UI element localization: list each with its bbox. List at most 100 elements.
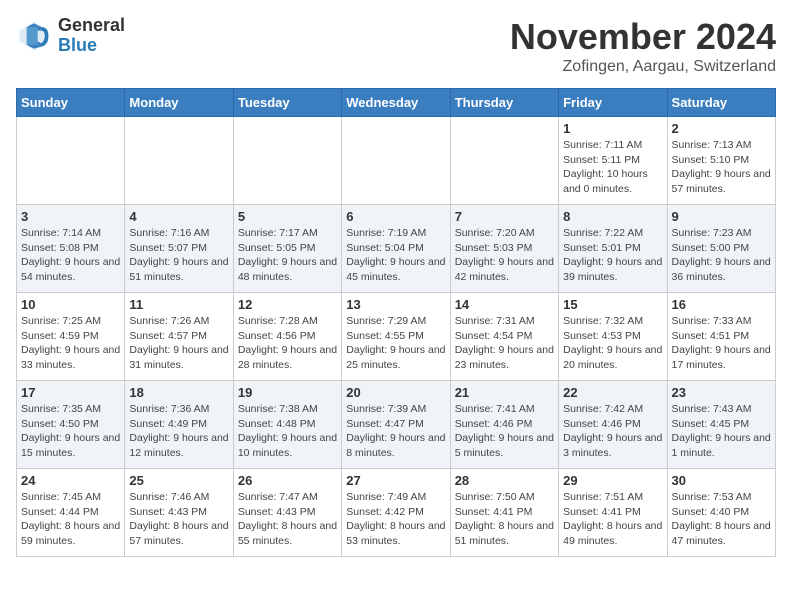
day-info: Sunrise: 7:45 AM Sunset: 4:44 PM Dayligh…	[21, 490, 120, 549]
calendar-table: Sunday Monday Tuesday Wednesday Thursday…	[16, 88, 776, 557]
day-info: Sunrise: 7:17 AM Sunset: 5:05 PM Dayligh…	[238, 226, 337, 285]
week-row-4: 17Sunrise: 7:35 AM Sunset: 4:50 PM Dayli…	[17, 381, 776, 469]
day-cell-w5-d6: 29 Sunrise: 7:51 AM Sunset: 4:41 PM Dayli…	[559, 469, 667, 557]
day-cell-w4-d6: 22Sunrise: 7:42 AM Sunset: 4:46 PM Dayli…	[559, 381, 667, 469]
day-cell-w5-d3: 26 Sunrise: 7:47 AM Sunset: 4:43 PM Dayli…	[233, 469, 341, 557]
day-number: 4	[129, 209, 228, 224]
day-number: 19	[238, 385, 337, 400]
day-number: 20	[346, 385, 445, 400]
day-info: Sunrise: 7:49 AM Sunset: 4:42 PM Dayligh…	[346, 490, 445, 549]
title-block: November 2024 Zofingen, Aargau, Switzerl…	[510, 16, 776, 76]
day-info: Sunrise: 7:47 AM Sunset: 4:43 PM Dayligh…	[238, 490, 337, 549]
day-cell-w2-d1: 3 Sunrise: 7:14 AM Sunset: 5:08 PM Daylig…	[17, 205, 125, 293]
day-number: 26	[238, 473, 337, 488]
day-number: 17	[21, 385, 120, 400]
day-cell-w3-d5: 14Sunrise: 7:31 AM Sunset: 4:54 PM Dayli…	[450, 293, 558, 381]
day-cell-w3-d3: 12Sunrise: 7:28 AM Sunset: 4:56 PM Dayli…	[233, 293, 341, 381]
day-number: 8	[563, 209, 662, 224]
day-cell-w1-d3	[233, 117, 341, 205]
day-cell-w5-d7: 30Sunrise: 7:53 AM Sunset: 4:40 PM Dayli…	[667, 469, 775, 557]
week-row-1: 1 Sunrise: 7:11 AM Sunset: 5:11 PM Daylig…	[17, 117, 776, 205]
day-cell-w2-d7: 9Sunrise: 7:23 AM Sunset: 5:00 PM Daylig…	[667, 205, 775, 293]
day-cell-w2-d3: 5 Sunrise: 7:17 AM Sunset: 5:05 PM Daylig…	[233, 205, 341, 293]
day-cell-w4-d5: 21 Sunrise: 7:41 AM Sunset: 4:46 PM Dayli…	[450, 381, 558, 469]
day-info: Sunrise: 7:50 AM Sunset: 4:41 PM Dayligh…	[455, 490, 554, 549]
week-row-3: 10 Sunrise: 7:25 AM Sunset: 4:59 PM Dayli…	[17, 293, 776, 381]
day-number: 27	[346, 473, 445, 488]
day-cell-w3-d2: 11 Sunrise: 7:26 AM Sunset: 4:57 PM Dayli…	[125, 293, 233, 381]
logo-general: General	[58, 15, 125, 35]
day-info: Sunrise: 7:38 AM Sunset: 4:48 PM Dayligh…	[238, 402, 337, 461]
day-number: 15	[563, 297, 662, 312]
week-row-2: 3 Sunrise: 7:14 AM Sunset: 5:08 PM Daylig…	[17, 205, 776, 293]
day-cell-w1-d4	[342, 117, 450, 205]
header-sunday: Sunday	[17, 89, 125, 117]
header-friday: Friday	[559, 89, 667, 117]
day-number: 7	[455, 209, 554, 224]
logo-text: General Blue	[58, 16, 125, 56]
day-info: Sunrise: 7:36 AM Sunset: 4:49 PM Dayligh…	[129, 402, 228, 461]
day-info: Sunrise: 7:20 AM Sunset: 5:03 PM Dayligh…	[455, 226, 554, 285]
header-thursday: Thursday	[450, 89, 558, 117]
day-info: Sunrise: 7:32 AM Sunset: 4:53 PM Dayligh…	[563, 314, 662, 373]
day-cell-w1-d5	[450, 117, 558, 205]
day-cell-w1-d1	[17, 117, 125, 205]
day-number: 29	[563, 473, 662, 488]
day-info: Sunrise: 7:43 AM Sunset: 4:45 PM Dayligh…	[672, 402, 771, 461]
day-number: 21	[455, 385, 554, 400]
week-row-5: 24 Sunrise: 7:45 AM Sunset: 4:44 PM Dayli…	[17, 469, 776, 557]
day-info: Sunrise: 7:22 AM Sunset: 5:01 PM Dayligh…	[563, 226, 662, 285]
day-cell-w3-d4: 13 Sunrise: 7:29 AM Sunset: 4:55 PM Dayli…	[342, 293, 450, 381]
day-info: Sunrise: 7:51 AM Sunset: 4:41 PM Dayligh…	[563, 490, 662, 549]
day-number: 5	[238, 209, 337, 224]
header-wednesday: Wednesday	[342, 89, 450, 117]
header-monday: Monday	[125, 89, 233, 117]
day-cell-w4-d7: 23 Sunrise: 7:43 AM Sunset: 4:45 PM Dayli…	[667, 381, 775, 469]
header-tuesday: Tuesday	[233, 89, 341, 117]
logo-icon	[16, 18, 52, 54]
day-cell-w1-d2	[125, 117, 233, 205]
day-info: Sunrise: 7:23 AM Sunset: 5:00 PM Dayligh…	[672, 226, 771, 285]
day-number: 10	[21, 297, 120, 312]
day-number: 16	[672, 297, 771, 312]
location-subtitle: Zofingen, Aargau, Switzerland	[510, 58, 776, 76]
day-cell-w3-d7: 16 Sunrise: 7:33 AM Sunset: 4:51 PM Dayli…	[667, 293, 775, 381]
day-number: 11	[129, 297, 228, 312]
day-number: 14	[455, 297, 554, 312]
day-cell-w4-d1: 17Sunrise: 7:35 AM Sunset: 4:50 PM Dayli…	[17, 381, 125, 469]
day-number: 3	[21, 209, 120, 224]
day-cell-w5-d5: 28 Sunrise: 7:50 AM Sunset: 4:41 PM Dayli…	[450, 469, 558, 557]
day-cell-w2-d5: 7 Sunrise: 7:20 AM Sunset: 5:03 PM Daylig…	[450, 205, 558, 293]
day-info: Sunrise: 7:11 AM Sunset: 5:11 PM Dayligh…	[563, 138, 662, 197]
day-cell-w4-d4: 20 Sunrise: 7:39 AM Sunset: 4:47 PM Dayli…	[342, 381, 450, 469]
day-cell-w5-d4: 27 Sunrise: 7:49 AM Sunset: 4:42 PM Dayli…	[342, 469, 450, 557]
day-info: Sunrise: 7:41 AM Sunset: 4:46 PM Dayligh…	[455, 402, 554, 461]
day-number: 18	[129, 385, 228, 400]
day-cell-w5-d1: 24 Sunrise: 7:45 AM Sunset: 4:44 PM Dayli…	[17, 469, 125, 557]
day-number: 12	[238, 297, 337, 312]
day-info: Sunrise: 7:19 AM Sunset: 5:04 PM Dayligh…	[346, 226, 445, 285]
day-info: Sunrise: 7:53 AM Sunset: 4:40 PM Dayligh…	[672, 490, 771, 549]
day-number: 24	[21, 473, 120, 488]
day-number: 23	[672, 385, 771, 400]
logo-blue: Blue	[58, 35, 97, 55]
day-number: 13	[346, 297, 445, 312]
day-info: Sunrise: 7:29 AM Sunset: 4:55 PM Dayligh…	[346, 314, 445, 373]
day-info: Sunrise: 7:26 AM Sunset: 4:57 PM Dayligh…	[129, 314, 228, 373]
day-info: Sunrise: 7:25 AM Sunset: 4:59 PM Dayligh…	[21, 314, 120, 373]
day-info: Sunrise: 7:39 AM Sunset: 4:47 PM Dayligh…	[346, 402, 445, 461]
day-info: Sunrise: 7:33 AM Sunset: 4:51 PM Dayligh…	[672, 314, 771, 373]
header-saturday: Saturday	[667, 89, 775, 117]
day-info: Sunrise: 7:13 AM Sunset: 5:10 PM Dayligh…	[672, 138, 771, 197]
day-cell-w1-d6: 1 Sunrise: 7:11 AM Sunset: 5:11 PM Daylig…	[559, 117, 667, 205]
day-cell-w4-d3: 19 Sunrise: 7:38 AM Sunset: 4:48 PM Dayli…	[233, 381, 341, 469]
day-cell-w1-d7: 2Sunrise: 7:13 AM Sunset: 5:10 PM Daylig…	[667, 117, 775, 205]
day-info: Sunrise: 7:42 AM Sunset: 4:46 PM Dayligh…	[563, 402, 662, 461]
day-info: Sunrise: 7:16 AM Sunset: 5:07 PM Dayligh…	[129, 226, 228, 285]
day-info: Sunrise: 7:14 AM Sunset: 5:08 PM Dayligh…	[21, 226, 120, 285]
day-cell-w2-d4: 6Sunrise: 7:19 AM Sunset: 5:04 PM Daylig…	[342, 205, 450, 293]
month-title: November 2024	[510, 16, 776, 58]
day-cell-w4-d2: 18 Sunrise: 7:36 AM Sunset: 4:49 PM Dayli…	[125, 381, 233, 469]
day-number: 28	[455, 473, 554, 488]
day-number: 1	[563, 121, 662, 136]
